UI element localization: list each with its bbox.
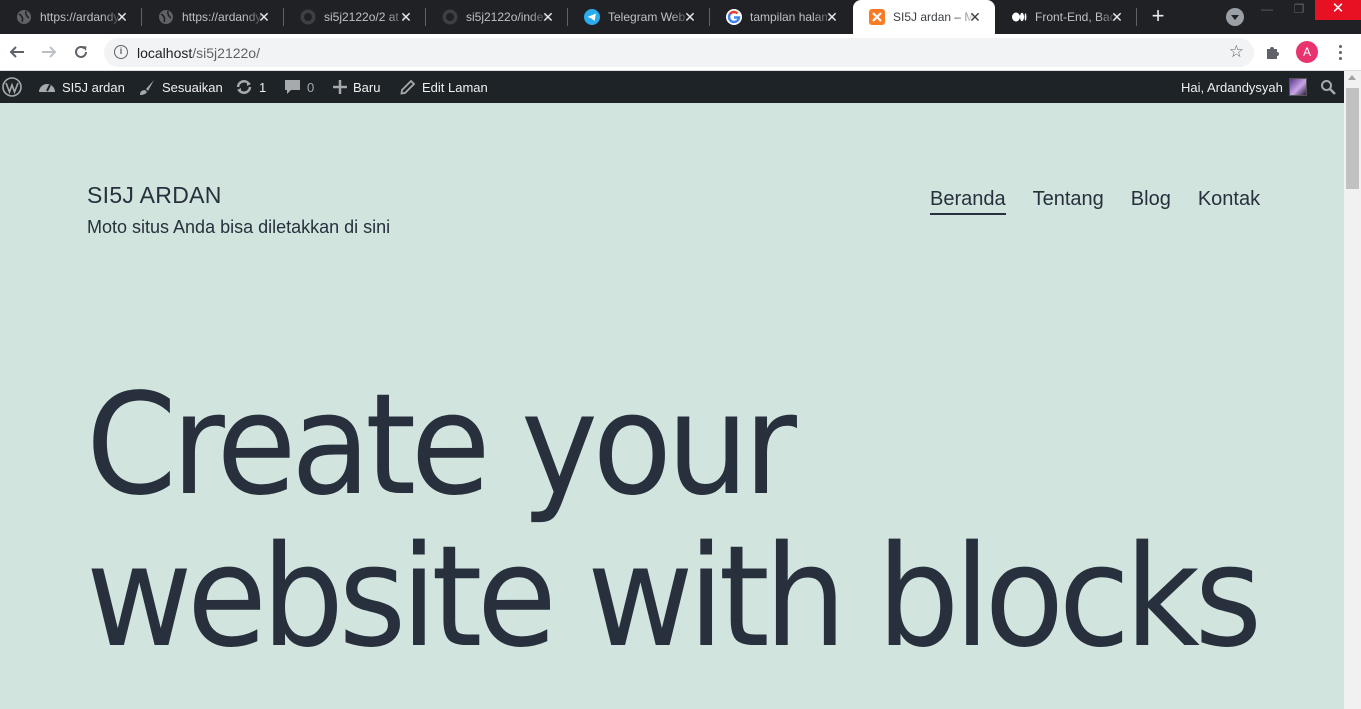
- nav-item-beranda[interactable]: Beranda: [930, 188, 1006, 215]
- tab-3[interactable]: si5j2122o/2 at main ✕: [284, 0, 426, 34]
- comments-count: 0: [307, 79, 315, 95]
- adminbar-account[interactable]: Hai, Ardandysyah: [1181, 71, 1307, 103]
- hero-line-1: Create your: [86, 364, 797, 527]
- tab-title: si5j2122o/2 at main: [324, 10, 408, 24]
- tab-4[interactable]: si5j2122o/index.html ✕: [426, 0, 568, 34]
- tab-close-icon[interactable]: ✕: [256, 9, 272, 25]
- plus-icon: [333, 80, 347, 94]
- nav-item-kontak[interactable]: Kontak: [1198, 188, 1260, 215]
- tab-close-icon[interactable]: ✕: [682, 9, 698, 25]
- adminbar-site-name[interactable]: SI5J ardan: [38, 71, 125, 103]
- adminbar-new[interactable]: Baru: [333, 71, 380, 103]
- medium-icon: [1011, 9, 1027, 25]
- user-avatar: [1288, 78, 1307, 96]
- minimize-icon[interactable]: —: [1251, 0, 1283, 20]
- tab-2[interactable]: https://ardandysyah.my.id ✕: [142, 0, 284, 34]
- page-scrollbar[interactable]: [1344, 71, 1361, 709]
- wordpress-logo-icon[interactable]: [2, 71, 22, 103]
- arrow-left-icon: [9, 46, 24, 58]
- browser-menu-icon[interactable]: [1333, 43, 1347, 61]
- arrow-right-icon: [42, 46, 57, 58]
- scroll-thumb[interactable]: [1346, 88, 1359, 189]
- tab-close-icon[interactable]: ✕: [967, 9, 983, 25]
- window-controls: — ❐ ✕: [1251, 0, 1361, 20]
- telegram-icon: [584, 9, 600, 25]
- tab-5[interactable]: Telegram Web ✕: [568, 0, 710, 34]
- browser-toolbar: i localhost/si5j2122o/ ☆: [0, 34, 1361, 71]
- google-icon: [726, 9, 742, 25]
- tab-search-icon[interactable]: [1226, 8, 1244, 26]
- comment-bubble-icon: [285, 80, 300, 94]
- reload-icon: [75, 45, 87, 58]
- hero-line-2: website with blocks: [86, 516, 1262, 679]
- tab-title: SI5J ardan – Moto situs: [893, 10, 977, 24]
- greeting-label: Hai, Ardandysyah: [1181, 79, 1283, 95]
- adminbar-comments[interactable]: 0: [284, 71, 314, 103]
- adminbar-edit-page[interactable]: Edit Laman: [400, 71, 488, 103]
- tab-separator: [1136, 8, 1137, 26]
- github-icon: [300, 9, 316, 25]
- pencil-icon: [400, 79, 416, 95]
- nav-item-blog[interactable]: Blog: [1131, 188, 1171, 215]
- customize-label: Sesuaikan: [162, 79, 223, 95]
- new-label: Baru: [353, 79, 381, 95]
- site-title[interactable]: SI5J ARDAN: [87, 182, 222, 209]
- forward-button[interactable]: [37, 40, 61, 64]
- tab-close-icon[interactable]: ✕: [540, 9, 556, 25]
- tab-close-icon[interactable]: ✕: [824, 9, 840, 25]
- edit-page-label: Edit Laman: [422, 79, 488, 95]
- xampp-icon: [869, 9, 885, 25]
- tab-close-icon[interactable]: ✕: [114, 9, 130, 25]
- updates-count: 1: [259, 79, 267, 95]
- bookmark-star-icon[interactable]: ☆: [1229, 42, 1244, 62]
- tab-1[interactable]: https://ardandysyah.my.id ✕: [0, 0, 142, 34]
- address-bar[interactable]: i localhost/si5j2122o/ ☆: [104, 38, 1254, 67]
- scroll-up-icon[interactable]: [1348, 75, 1356, 80]
- tab-title: https://ardandysyah.my.id: [182, 10, 266, 24]
- back-button[interactable]: [5, 40, 29, 64]
- updates-icon: [236, 80, 252, 94]
- tab-title: tampilan halaman: [750, 10, 834, 24]
- github-icon: [442, 9, 458, 25]
- adminbar-updates[interactable]: 1: [235, 71, 266, 103]
- browser-tabstrip: https://ardandysyah.my.id ✕ https://arda…: [0, 0, 1361, 34]
- tab-close-icon[interactable]: ✕: [398, 9, 414, 25]
- globe-icon: [158, 9, 174, 25]
- new-tab-button[interactable]: +: [1146, 5, 1170, 28]
- tab-title: si5j2122o/index.html: [466, 10, 550, 24]
- tab-title: Front-End, Back-End: [1035, 10, 1119, 24]
- nav-item-tentang[interactable]: Tentang: [1033, 188, 1104, 215]
- tab-close-icon[interactable]: ✕: [1109, 9, 1125, 25]
- tab-title: Telegram Web: [608, 10, 686, 24]
- tab-6[interactable]: tampilan halaman ✕: [710, 0, 852, 34]
- tab-title: https://ardandysyah.my.id: [40, 10, 124, 24]
- globe-icon: [16, 9, 32, 25]
- site-tagline: Moto situs Anda bisa diletakkan di sini: [87, 217, 391, 237]
- paintbrush-icon: [140, 80, 154, 95]
- adminbar-customize[interactable]: Sesuaikan: [138, 71, 223, 103]
- dashboard-gauge-icon: [39, 84, 55, 92]
- primary-nav: Beranda Tentang Blog Kontak: [930, 188, 1287, 215]
- profile-avatar[interactable]: A: [1296, 41, 1318, 63]
- extensions-puzzle-icon[interactable]: [1264, 43, 1282, 66]
- adminbar-search-icon[interactable]: [1320, 71, 1336, 103]
- info-icon[interactable]: i: [114, 45, 128, 59]
- tab-active[interactable]: SI5J ardan – Moto situs ✕: [853, 0, 995, 34]
- wp-admin-bar: SI5J ardan Sesuaikan 1 0 Baru Edit Laman…: [0, 71, 1361, 103]
- tab-8[interactable]: Front-End, Back-End ✕: [995, 0, 1137, 34]
- reload-button[interactable]: [69, 40, 93, 64]
- maximize-icon[interactable]: ❐: [1283, 0, 1315, 20]
- site-name-label: SI5J ardan: [62, 79, 125, 95]
- address-url[interactable]: localhost/si5j2122o/: [137, 45, 260, 61]
- hero-heading: Create your website with blocks: [86, 364, 1262, 679]
- window-close-button[interactable]: ✕: [1315, 0, 1361, 20]
